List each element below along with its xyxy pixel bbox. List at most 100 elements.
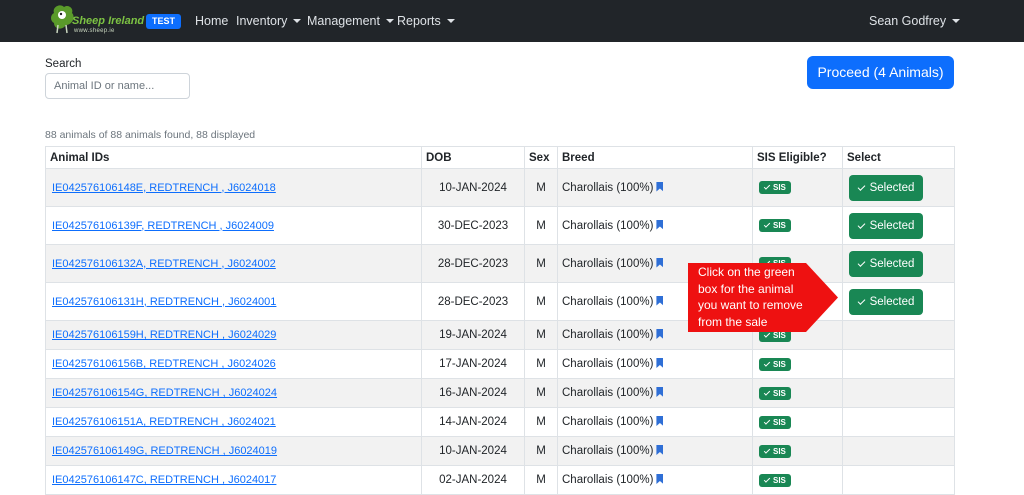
instruction-callout-text: Click on the green box for the animal yo… — [698, 265, 803, 329]
check-icon — [857, 296, 865, 305]
animal-id-link[interactable]: IE042576106149G, REDTRENCH , J6024019 — [50, 445, 277, 457]
header-dob[interactable]: DOB — [421, 146, 525, 169]
sis-eligible-badge: SIS — [759, 357, 791, 371]
selected-button-label: Selected — [869, 295, 915, 308]
bookmark-icon[interactable] — [656, 416, 664, 426]
sis-eligible-badge: SIS — [759, 219, 791, 232]
search-input[interactable] — [45, 73, 190, 99]
animal-id-cell: IE042576106159H, REDTRENCH , J6024029 — [45, 320, 422, 350]
sis-eligible-badge: SIS — [759, 415, 791, 429]
sex-cell: M — [524, 206, 558, 245]
header-sex[interactable]: Sex — [524, 146, 558, 169]
sex-cell: M — [524, 349, 558, 379]
animal-id-link[interactable]: IE042576106159H, REDTRENCH , J6024029 — [50, 329, 276, 341]
sis-cell: SIS — [752, 206, 843, 245]
dob-cell: 10-JAN-2024 — [421, 168, 525, 207]
bookmark-icon[interactable] — [656, 474, 664, 484]
bookmark-icon[interactable] — [656, 445, 664, 455]
animal-id-cell: IE042576106156B, REDTRENCH , J6024026 — [45, 349, 422, 379]
animal-id-link[interactable]: IE042576106139F, REDTRENCH , J6024009 — [50, 220, 274, 232]
dob-cell: 17-JAN-2024 — [421, 349, 525, 379]
header-breed[interactable]: Breed — [557, 146, 753, 169]
caret-down-icon — [293, 19, 302, 23]
sex-cell: M — [524, 465, 558, 495]
table-row: IE042576106147C, REDTRENCH , J6024017 02-… — [45, 465, 955, 495]
selected-toggle-button[interactable]: Selected — [849, 174, 923, 201]
animal-id-cell: IE042576106139F, REDTRENCH , J6024009 — [45, 206, 422, 245]
caret-down-icon — [385, 19, 394, 23]
breed-cell: Charollais (100%) — [557, 378, 753, 408]
animal-id-cell: IE042576106154G, REDTRENCH , J6024024 — [45, 378, 422, 408]
sis-badge-label: SIS — [773, 417, 786, 427]
select-cell — [842, 436, 955, 466]
sis-cell: SIS — [752, 436, 843, 466]
animal-id-cell: IE042576106148E, REDTRENCH , J6024018 — [45, 168, 422, 207]
caret-down-icon — [952, 19, 961, 23]
bookmark-icon[interactable] — [656, 257, 664, 268]
select-cell: Selected — [842, 282, 955, 321]
nav-reports-label: Reports — [397, 14, 441, 28]
selected-button-label: Selected — [869, 181, 915, 194]
user-menu-dropdown[interactable]: Sean Godfrey — [869, 14, 961, 28]
bookmark-icon[interactable] — [656, 219, 664, 230]
sis-eligible-badge: SIS — [759, 444, 791, 458]
select-cell — [842, 320, 955, 350]
animal-id-cell: IE042576106151A, REDTRENCH , J6024021 — [45, 407, 422, 437]
nav-inventory-dropdown[interactable]: Inventory — [236, 14, 302, 28]
animal-id-link[interactable]: IE042576106132A, REDTRENCH , J6024002 — [50, 258, 276, 270]
sex-cell: M — [524, 244, 558, 283]
table-row: IE042576106149G, REDTRENCH , J6024019 10-… — [45, 436, 955, 466]
breed-text: Charollais (100%) — [562, 387, 654, 399]
dob-cell: 16-JAN-2024 — [421, 378, 525, 408]
check-icon — [763, 388, 771, 396]
animal-id-cell: IE042576106149G, REDTRENCH , J6024019 — [45, 436, 422, 466]
select-cell: Selected — [842, 168, 955, 207]
bookmark-icon[interactable] — [656, 387, 664, 397]
nav-reports-dropdown[interactable]: Reports — [397, 14, 455, 28]
nav-home-label: Home — [195, 14, 229, 28]
bookmark-icon[interactable] — [656, 329, 664, 339]
selected-toggle-button[interactable]: Selected — [849, 288, 923, 315]
env-badge: TEST — [146, 14, 182, 29]
animal-id-link[interactable]: IE042576106147C, REDTRENCH , J6024017 — [50, 474, 276, 486]
search-label: Search — [45, 58, 82, 70]
animal-id-link[interactable]: IE042576106131H, REDTRENCH , J6024001 — [50, 296, 276, 308]
nav-home[interactable]: Home — [195, 14, 228, 28]
check-icon — [763, 446, 771, 454]
results-count: 88 animals of 88 animals found, 88 displ… — [45, 129, 256, 141]
select-cell — [842, 465, 955, 495]
breed-text: Charollais (100%) — [562, 219, 654, 232]
breed-text: Charollais (100%) — [562, 358, 654, 370]
logo-url: www.sheep.ie — [74, 28, 115, 34]
table-row: IE042576106139F, REDTRENCH , J6024009 30-… — [45, 206, 955, 245]
selected-toggle-button[interactable]: Selected — [849, 250, 923, 277]
header-animal-ids[interactable]: Animal IDs — [45, 146, 422, 169]
proceed-button[interactable]: Proceed (4 Animals) — [807, 56, 954, 89]
sex-cell: M — [524, 436, 558, 466]
bookmark-icon[interactable] — [656, 358, 664, 368]
table-row: IE042576106148E, REDTRENCH , J6024018 10-… — [45, 168, 955, 207]
table-row: IE042576106156B, REDTRENCH , J6024026 17-… — [45, 349, 955, 379]
nav-management-dropdown[interactable]: Management — [307, 14, 394, 28]
sis-badge-label: SIS — [773, 359, 786, 369]
sex-cell: M — [524, 378, 558, 408]
table-row: IE042576106151A, REDTRENCH , J6024021 14-… — [45, 407, 955, 437]
nav-inventory-label: Inventory — [236, 14, 288, 28]
select-cell: Selected — [842, 206, 955, 245]
dob-cell: 14-JAN-2024 — [421, 407, 525, 437]
bookmark-icon[interactable] — [656, 295, 664, 306]
selected-toggle-button[interactable]: Selected — [849, 212, 923, 239]
check-icon — [763, 221, 771, 228]
bookmark-icon[interactable] — [656, 181, 664, 192]
animal-id-link[interactable]: IE042576106148E, REDTRENCH , J6024018 — [50, 182, 276, 194]
animal-id-link[interactable]: IE042576106154G, REDTRENCH , J6024024 — [50, 387, 277, 399]
animal-id-link[interactable]: IE042576106151A, REDTRENCH , J6024021 — [50, 416, 276, 428]
breed-text: Charollais (100%) — [562, 295, 654, 308]
header-sis-eligible[interactable]: SIS Eligible? — [752, 146, 843, 169]
sex-cell: M — [524, 282, 558, 321]
header-select: Select — [842, 146, 955, 169]
sis-cell: SIS — [752, 378, 843, 408]
animal-id-link[interactable]: IE042576106156B, REDTRENCH , J6024026 — [50, 358, 276, 370]
breed-text: Charollais (100%) — [562, 329, 654, 341]
select-cell: Selected — [842, 244, 955, 283]
